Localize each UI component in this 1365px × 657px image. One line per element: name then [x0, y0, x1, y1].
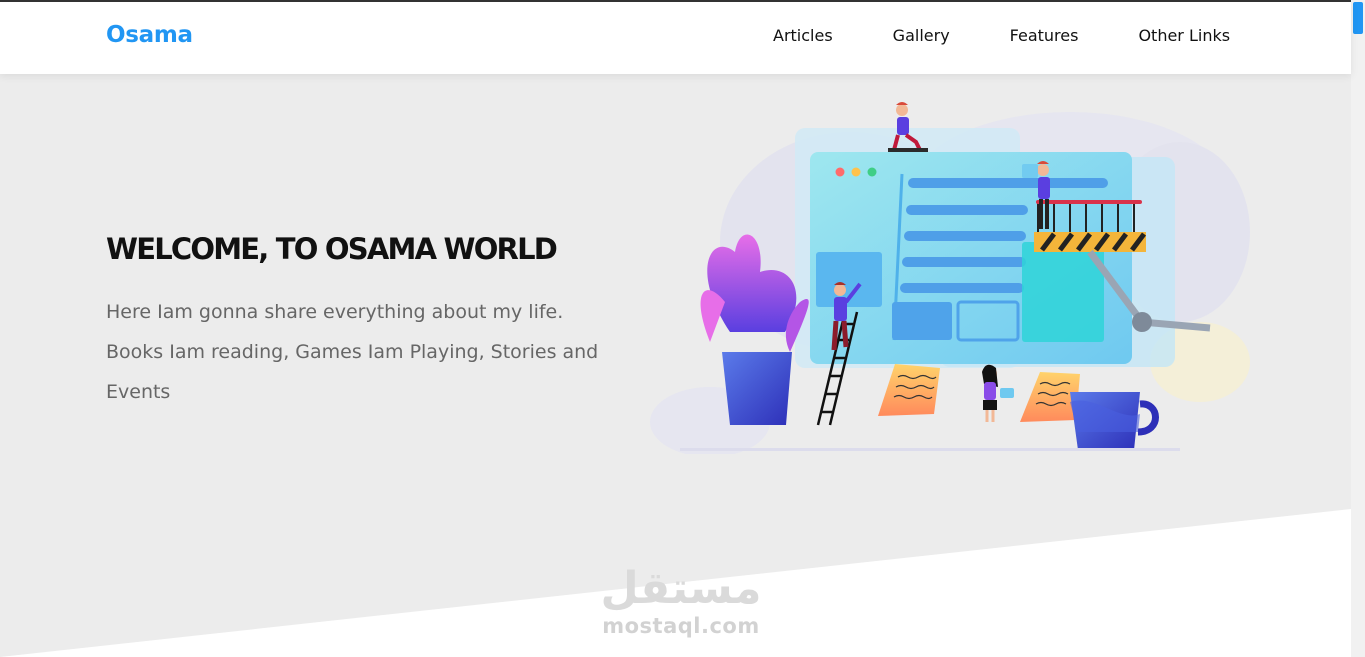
watermark-latin: mostaql.com: [602, 614, 760, 638]
nav-link-gallery[interactable]: Gallery: [893, 26, 950, 45]
mostaql-watermark: مستقل mostaql.com: [556, 563, 806, 639]
nav-link-other-links[interactable]: Other Links: [1138, 26, 1230, 45]
watermark-arabic: مستقل: [600, 563, 762, 614]
site-header: Osama Articles Gallery Features Other Li…: [0, 2, 1351, 74]
hero-illustration: [650, 102, 1250, 454]
scrollbar-thumb[interactable]: [1353, 2, 1363, 34]
hero-title: WELCOME, TO OSAMA WORLD: [106, 232, 558, 266]
main-nav: Articles Gallery Features Other Links: [773, 26, 1230, 45]
site-logo[interactable]: Osama: [106, 22, 193, 48]
nav-link-features[interactable]: Features: [1010, 26, 1079, 45]
nav-link-articles[interactable]: Articles: [773, 26, 833, 45]
landing-section: WELCOME, TO OSAMA WORLD Here Iam gonna s…: [0, 74, 1351, 657]
hero-description: Here Iam gonna share everything about my…: [106, 301, 599, 403]
vertical-scrollbar[interactable]: [1351, 0, 1365, 657]
